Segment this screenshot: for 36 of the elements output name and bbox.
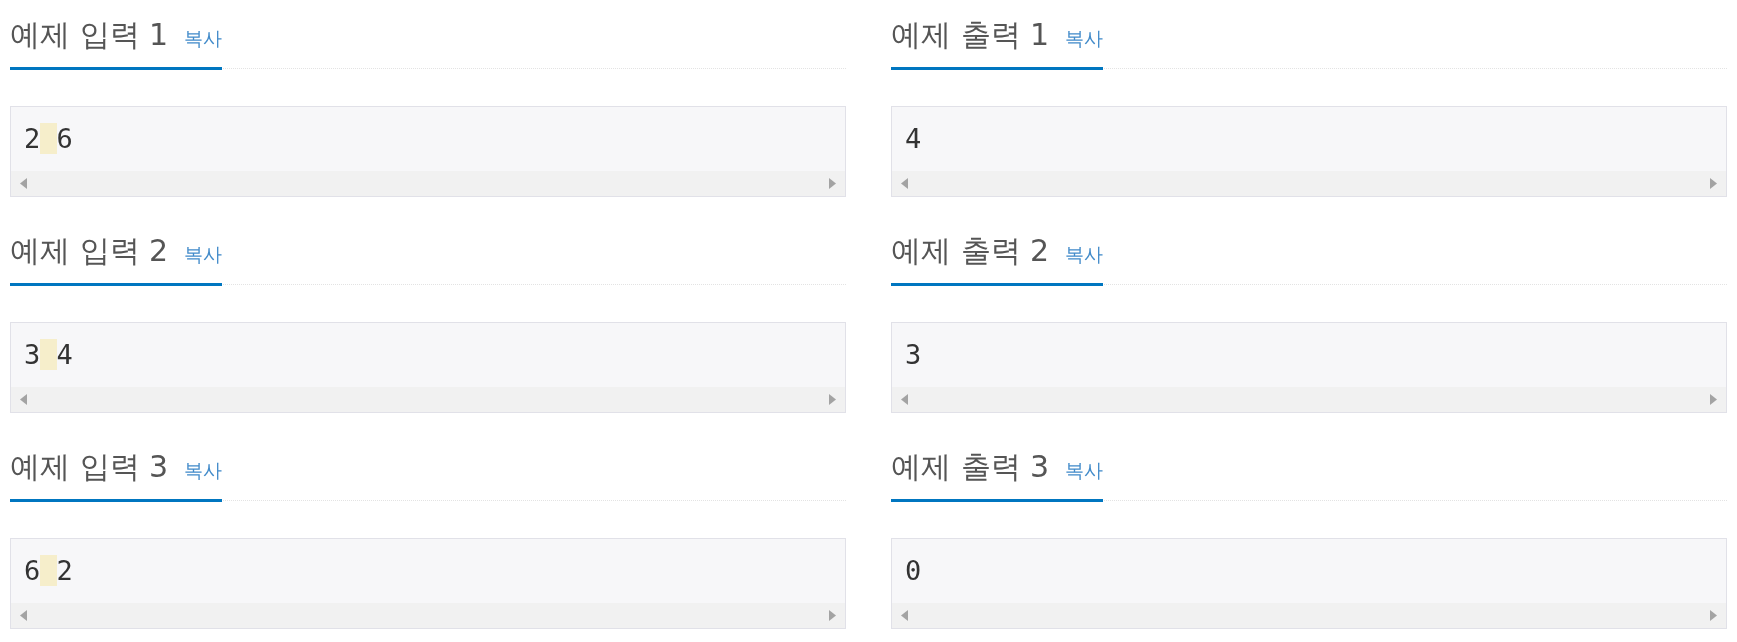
right-arrow-icon[interactable]: [1710, 610, 1717, 621]
sample-heading: 예제 출력 3: [891, 448, 1050, 486]
sample-heading: 예제 출력 2: [891, 232, 1050, 270]
sample-heading: 예제 입력 2: [10, 232, 169, 270]
sample-heading: 예제 출력 1: [891, 16, 1050, 54]
sample-text: 4: [905, 122, 922, 156]
horizontal-scrollbar[interactable]: [892, 603, 1726, 628]
sample-text: 2 6: [24, 122, 73, 156]
sample-text: 3 4: [24, 338, 73, 372]
right-arrow-icon[interactable]: [1710, 394, 1717, 405]
right-arrow-icon[interactable]: [829, 610, 836, 621]
sample-heading: 예제 입력 1: [10, 16, 169, 54]
left-arrow-icon[interactable]: [901, 394, 908, 405]
sample-text: 3: [905, 338, 922, 372]
horizontal-scrollbar[interactable]: [11, 603, 845, 628]
right-arrow-icon[interactable]: [829, 178, 836, 189]
right-arrow-icon[interactable]: [1710, 178, 1717, 189]
horizontal-scrollbar[interactable]: [892, 387, 1726, 412]
copy-link[interactable]: 복사: [184, 456, 223, 485]
sample-text: 0: [905, 554, 922, 588]
left-arrow-icon[interactable]: [20, 610, 27, 621]
horizontal-scrollbar[interactable]: [11, 171, 845, 196]
sample-text: 6 2: [24, 554, 73, 588]
copy-link[interactable]: 복사: [1065, 456, 1104, 485]
left-arrow-icon[interactable]: [20, 394, 27, 405]
copy-link[interactable]: 복사: [1065, 240, 1104, 269]
copy-link[interactable]: 복사: [1065, 24, 1104, 53]
right-arrow-icon[interactable]: [829, 394, 836, 405]
left-arrow-icon[interactable]: [901, 610, 908, 621]
copy-link[interactable]: 복사: [184, 240, 223, 269]
sample-heading: 예제 입력 3: [10, 448, 169, 486]
left-arrow-icon[interactable]: [20, 178, 27, 189]
horizontal-scrollbar[interactable]: [11, 387, 845, 412]
left-arrow-icon[interactable]: [901, 178, 908, 189]
horizontal-scrollbar[interactable]: [892, 171, 1726, 196]
copy-link[interactable]: 복사: [184, 24, 223, 53]
